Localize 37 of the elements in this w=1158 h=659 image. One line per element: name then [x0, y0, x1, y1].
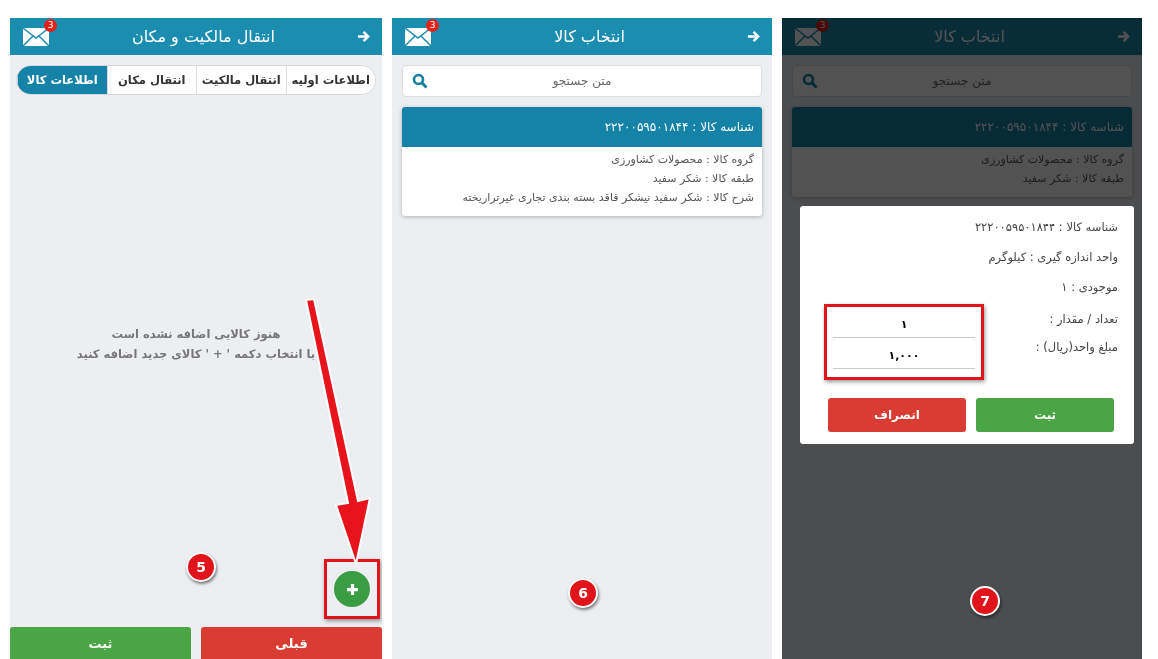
dialog-text: واحد اندازه گیری : کیلوگرم	[987, 250, 1118, 264]
product-card[interactable]: شناسه کالا : ۲۲۲۰۰۵۹۵۰۱۸۴۴ گروه کالا : محصولات کشاورزی طبقه کالا : شکر سفید شرح کالا : شکر سفید نیشکر فاقد بسته بندی تجاری غیرتراریخته	[402, 107, 762, 216]
field-label: مبلغ واحد(ریال) :	[1035, 340, 1118, 354]
card-title: شناسه کالا : ۲۲۲۰۰۵۹۵۰۱۸۴۴	[792, 107, 1132, 147]
cancel-button[interactable]: انصراف	[828, 398, 966, 432]
step-number: 6	[568, 578, 598, 608]
mail-icon[interactable]	[794, 26, 822, 47]
card-title: شناسه کالا : ۲۲۲۰۰۵۹۵۰۱۸۴۴	[402, 107, 762, 147]
search-field[interactable]: متن جستجو	[402, 65, 762, 97]
step-number: 7	[970, 586, 1000, 616]
screen-title: انتخاب کالا	[933, 27, 1006, 46]
dialog-text: موجودی : ۱	[1060, 280, 1118, 294]
tab[interactable]: اطلاعات کالا	[17, 66, 107, 94]
notification-badge: 3	[426, 18, 439, 32]
tab[interactable]: اطلاعات اولیه	[285, 66, 375, 94]
screen-title: انتقال مالکیت و مکان	[131, 27, 276, 46]
search-icon	[412, 73, 428, 89]
empty-message: هنوز کالایی اضافه نشده است	[110, 327, 282, 341]
mail-icon[interactable]	[22, 26, 50, 47]
empty-message: با انتخاب دکمه ' + ' کالای جدید اضافه کنید	[75, 347, 317, 361]
notification-badge: 3	[44, 18, 57, 32]
product-detail: طبقه کالا : شکر سفید	[651, 172, 754, 185]
field-label: تعداد / مقدار :	[1048, 312, 1118, 326]
dialog-text: شناسه کالا : ۲۲۲۰۰۵۹۵۰۱۸۴۴	[973, 220, 1118, 234]
mail-icon[interactable]	[404, 26, 432, 47]
add-button[interactable]	[334, 571, 370, 607]
plus-icon	[345, 582, 359, 596]
product-detail: شرح کالا : شکر سفید نیشکر فاقد بسته بندی تجاری غیرتراریخته	[461, 191, 754, 204]
step-number: 5	[186, 552, 216, 582]
search-icon	[802, 73, 818, 89]
screen-title: انتخاب کالا	[553, 27, 626, 46]
arrow-right-icon[interactable]	[747, 30, 760, 43]
arrow-right-icon[interactable]	[357, 30, 370, 43]
notification-badge: 3	[816, 18, 829, 32]
previous-button[interactable]: قبلی	[201, 627, 382, 659]
arrow-right-icon[interactable]	[1117, 30, 1130, 43]
product-detail: گروه کالا : محصولات کشاورزی	[610, 153, 754, 166]
